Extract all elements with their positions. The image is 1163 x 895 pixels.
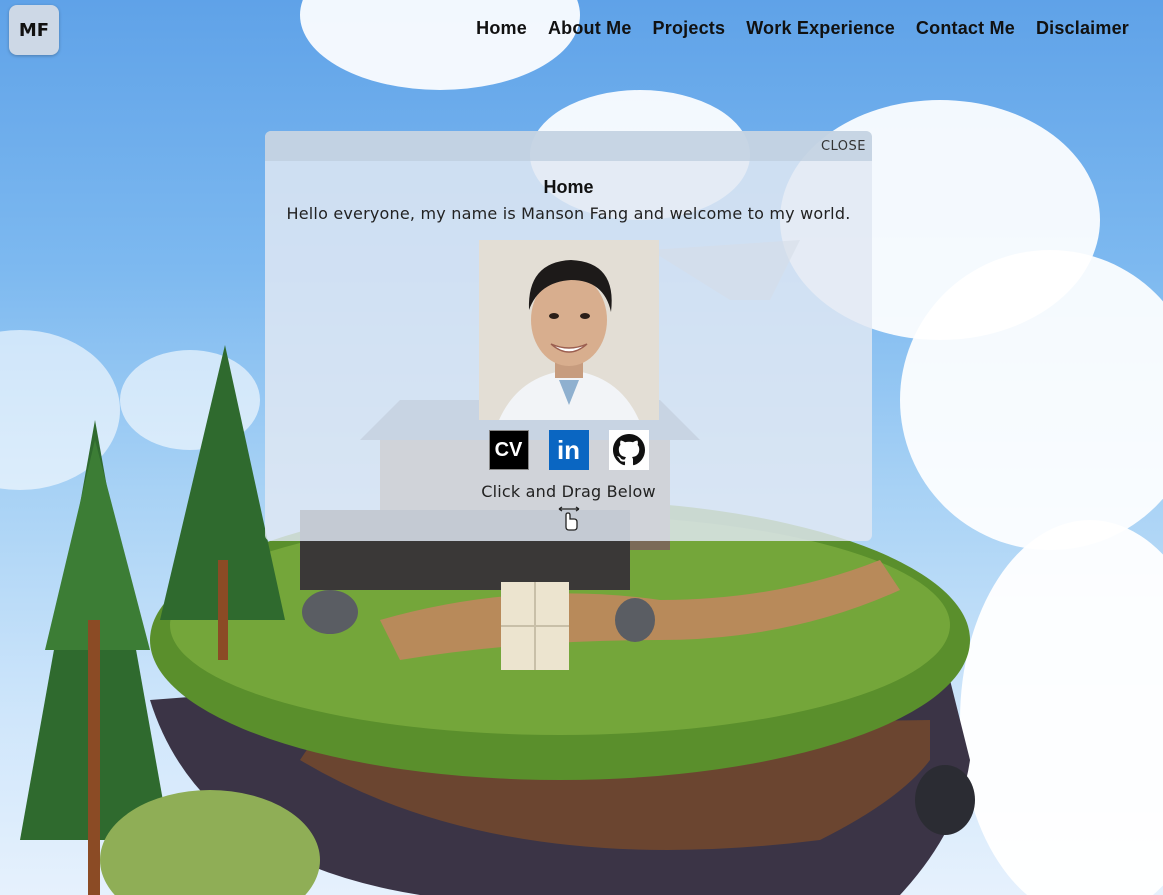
nav-work-experience[interactable]: Work Experience (746, 18, 895, 39)
main-nav: Home About Me Projects Work Experience C… (476, 18, 1129, 39)
nav-about-me[interactable]: About Me (548, 18, 632, 39)
logo-label: MF (18, 19, 50, 41)
cv-icon[interactable]: CV (488, 430, 529, 470)
nav-home[interactable]: Home (476, 18, 527, 39)
welcome-text: Hello everyone, my name is Manson Fang a… (286, 204, 851, 223)
linkedin-label: in (556, 434, 581, 465)
nav-contact-me[interactable]: Contact Me (916, 18, 1015, 39)
logo-button[interactable]: MF (9, 5, 59, 55)
nav-projects[interactable]: Projects (653, 18, 726, 39)
github-icon[interactable] (608, 430, 649, 470)
panel-titlebar[interactable]: CLOSE (265, 131, 872, 161)
drag-hand-icon (558, 506, 579, 531)
home-panel: CLOSE Home Hello everyone, my name is Ma… (265, 131, 872, 541)
github-mark (612, 434, 645, 466)
nav-disclaimer[interactable]: Disclaimer (1036, 18, 1129, 39)
cv-label: CV (494, 438, 523, 461)
panel-title: Home (543, 177, 594, 197)
social-links: CV in (265, 430, 872, 470)
profile-portrait (478, 240, 659, 420)
linkedin-icon[interactable]: in (548, 430, 589, 470)
profile-photo (478, 240, 659, 420)
drag-instruction: Click and Drag Below (481, 482, 656, 501)
close-button[interactable]: CLOSE (821, 139, 866, 154)
